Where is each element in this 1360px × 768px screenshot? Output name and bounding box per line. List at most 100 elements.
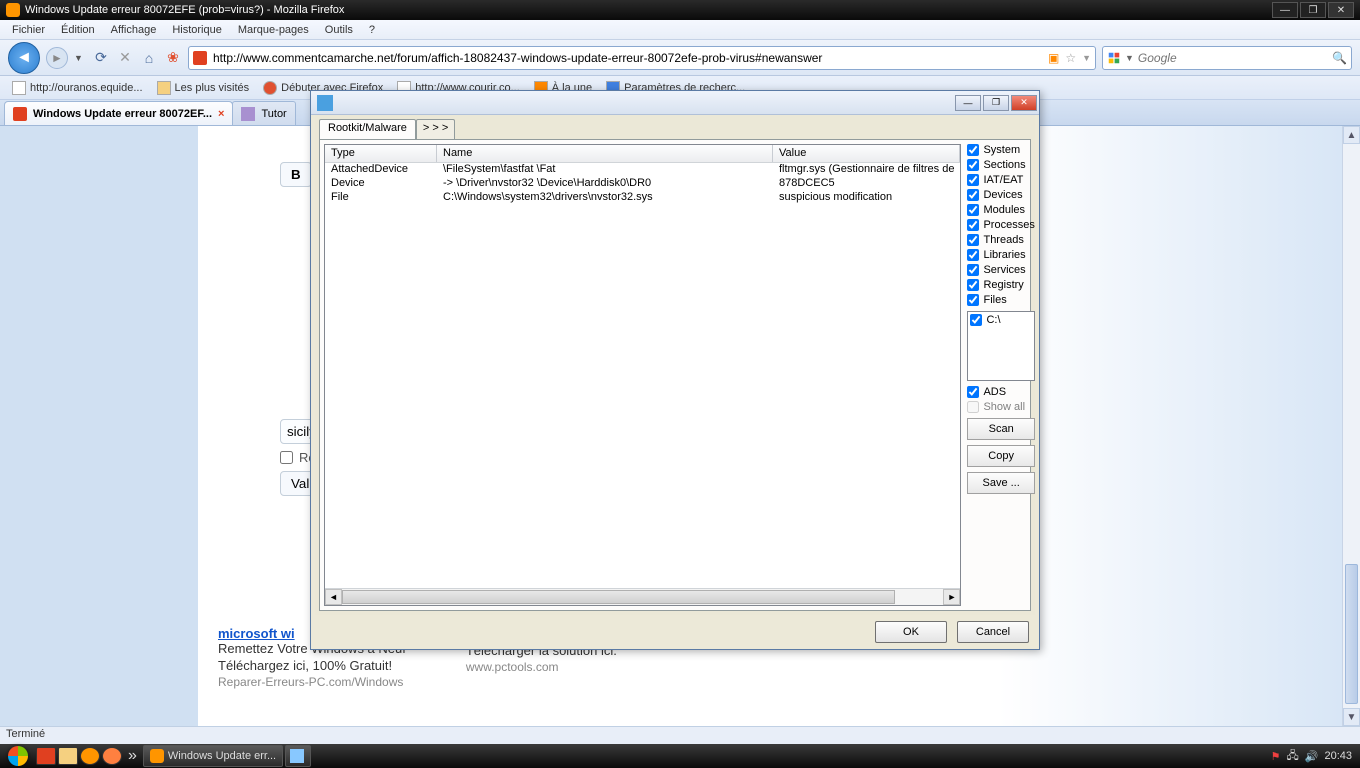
- cell-type: File: [325, 191, 437, 205]
- forward-button[interactable]: ►: [46, 47, 68, 69]
- check-label: Services: [983, 264, 1025, 276]
- reload-icon[interactable]: ⟳: [92, 49, 110, 67]
- url-dropdown-icon[interactable]: ▼: [1082, 53, 1091, 63]
- taskbar-app-gmer[interactable]: [285, 745, 311, 767]
- menu-history[interactable]: Historique: [164, 22, 230, 38]
- bold-button[interactable]: B: [280, 162, 312, 187]
- col-type[interactable]: Type: [325, 145, 437, 162]
- col-value[interactable]: Value: [773, 145, 960, 162]
- menu-view[interactable]: Affichage: [103, 22, 165, 38]
- minimize-button[interactable]: ―: [1272, 2, 1298, 18]
- taskbar-overflow-icon[interactable]: »: [124, 747, 141, 765]
- tab-active[interactable]: Windows Update erreur 80072EF... ×: [4, 101, 233, 125]
- list-row[interactable]: AttachedDevice\FileSystem\fastfat \Fatfl…: [325, 163, 960, 177]
- menu-file[interactable]: Fichier: [4, 22, 53, 38]
- menu-bookmarks[interactable]: Marque-pages: [230, 22, 317, 38]
- history-dropdown[interactable]: ▼: [74, 53, 86, 63]
- pinned-avira-icon[interactable]: [36, 747, 56, 765]
- bookmark-item[interactable]: Les plus visités: [151, 79, 256, 97]
- hscroll-thumb[interactable]: [342, 590, 895, 604]
- check-devices[interactable]: Devices: [967, 189, 1034, 201]
- check-processes[interactable]: Processes: [967, 219, 1034, 231]
- save-button[interactable]: Save ...: [967, 472, 1034, 494]
- check-libraries[interactable]: Libraries: [967, 249, 1034, 261]
- scan-button[interactable]: Scan: [967, 418, 1034, 440]
- drive-item[interactable]: C:\: [970, 314, 1031, 326]
- dialog-minimize-button[interactable]: ―: [955, 95, 981, 111]
- check-sections[interactable]: Sections: [967, 159, 1034, 171]
- ok-button[interactable]: OK: [875, 621, 947, 643]
- cell-name: -> \Driver\nvstor32 \Device\Harddisk0\DR…: [437, 177, 773, 191]
- scroll-track[interactable]: [1343, 144, 1360, 708]
- check-modules[interactable]: Modules: [967, 204, 1034, 216]
- pinned-wmp-icon[interactable]: [102, 747, 122, 765]
- vertical-scrollbar[interactable]: ▲ ▼: [1342, 126, 1360, 726]
- dialog-body: Rootkit/Malware > > > Type Name Value At…: [315, 115, 1035, 615]
- maximize-button[interactable]: ❐: [1300, 2, 1326, 18]
- tab-more[interactable]: > > >: [416, 119, 455, 139]
- url-bar[interactable]: ▣ ☆ ▼: [188, 46, 1096, 70]
- tab-close-icon[interactable]: ×: [218, 108, 224, 120]
- scroll-right-icon[interactable]: ►: [943, 589, 960, 605]
- search-dropdown-icon[interactable]: ▼: [1125, 53, 1134, 63]
- tab-inactive[interactable]: Tutor: [232, 101, 295, 125]
- search-bar[interactable]: ▼ 🔍: [1102, 46, 1352, 70]
- check-services[interactable]: Services: [967, 264, 1034, 276]
- reply-checkbox[interactable]: [280, 451, 293, 464]
- scroll-thumb[interactable]: [1345, 564, 1358, 704]
- search-input[interactable]: [1138, 51, 1328, 65]
- taskbar-app-firefox[interactable]: Windows Update err...: [143, 745, 283, 767]
- check-label: Processes: [983, 219, 1034, 231]
- clock[interactable]: 20:43: [1324, 750, 1352, 762]
- list-row[interactable]: FileC:\Windows\system32\drivers\nvstor32…: [325, 191, 960, 205]
- dialog-titlebar[interactable]: ― ❐ ✕: [311, 91, 1039, 115]
- check-system[interactable]: System: [967, 144, 1034, 156]
- taskbar: » Windows Update err... ⚑ 🖧 🔊 20:43: [0, 744, 1360, 768]
- check-registry[interactable]: Registry: [967, 279, 1034, 291]
- dialog-close-button[interactable]: ✕: [1011, 95, 1037, 111]
- close-button[interactable]: ✕: [1328, 2, 1354, 18]
- col-name[interactable]: Name: [437, 145, 773, 162]
- stop-icon[interactable]: ✕: [116, 49, 134, 67]
- tray-network-icon[interactable]: 🖧: [1287, 747, 1299, 766]
- firefox-toolbar: ◄ ► ▼ ⟳ ✕ ⌂ ❀ ▣ ☆ ▼ ▼ 🔍: [0, 40, 1360, 76]
- check-label: Threads: [983, 234, 1023, 246]
- folder-icon: [157, 81, 171, 95]
- results-listview[interactable]: Type Name Value AttachedDevice\FileSyste…: [324, 144, 961, 606]
- cell-type: AttachedDevice: [325, 163, 437, 177]
- menu-help[interactable]: ?: [361, 22, 383, 38]
- window-title: Windows Update erreur 80072EFE (prob=vir…: [25, 4, 344, 16]
- cell-value: fltmgr.sys (Gestionnaire de filtres de: [773, 163, 960, 177]
- tab-rootkit[interactable]: Rootkit/Malware: [319, 119, 416, 139]
- cancel-button[interactable]: Cancel: [957, 621, 1029, 643]
- pinned-explorer-icon[interactable]: [58, 747, 78, 765]
- rss-icon[interactable]: ▣: [1048, 51, 1059, 65]
- check-iat[interactable]: IAT/EAT: [967, 174, 1034, 186]
- url-input[interactable]: [213, 51, 1042, 65]
- pinned-firefox-icon[interactable]: [80, 747, 100, 765]
- cell-name: C:\Windows\system32\drivers\nvstor32.sys: [437, 191, 773, 205]
- start-button[interactable]: [2, 744, 34, 768]
- check-ads[interactable]: ADS: [967, 386, 1034, 398]
- menu-tools[interactable]: Outils: [317, 22, 361, 38]
- back-button[interactable]: ◄: [8, 42, 40, 74]
- bookmark-item[interactable]: http://ouranos.equide...: [6, 79, 149, 97]
- firefox-titlebar: Windows Update erreur 80072EFE (prob=vir…: [0, 0, 1360, 20]
- tray-volume-icon[interactable]: 🔊: [1305, 750, 1319, 763]
- list-row[interactable]: Device-> \Driver\nvstor32 \Device\Harddi…: [325, 177, 960, 191]
- drives-list[interactable]: C:\: [967, 311, 1034, 381]
- dialog-maximize-button[interactable]: ❐: [983, 95, 1009, 111]
- scroll-left-icon[interactable]: ◄: [325, 589, 342, 605]
- search-go-icon[interactable]: 🔍: [1332, 51, 1347, 65]
- scroll-up-icon[interactable]: ▲: [1343, 126, 1360, 144]
- menu-edit[interactable]: Édition: [53, 22, 103, 38]
- scroll-down-icon[interactable]: ▼: [1343, 708, 1360, 726]
- check-files[interactable]: Files: [967, 294, 1034, 306]
- check-threads[interactable]: Threads: [967, 234, 1034, 246]
- copy-button[interactable]: Copy: [967, 445, 1034, 467]
- home-icon[interactable]: ⌂: [140, 49, 158, 67]
- listview-hscroll[interactable]: ◄ ►: [325, 588, 960, 605]
- addon-icon[interactable]: ❀: [164, 49, 182, 67]
- tray-flag-icon[interactable]: ⚑: [1271, 750, 1281, 763]
- bookmark-star-icon[interactable]: ☆: [1065, 51, 1076, 65]
